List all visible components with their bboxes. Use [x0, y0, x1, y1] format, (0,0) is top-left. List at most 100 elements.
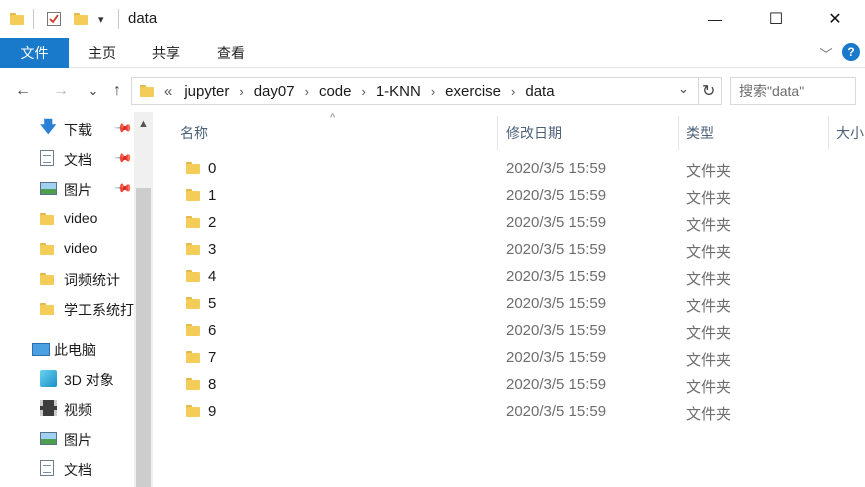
- file-list: ^ 名称 修改日期 类型 大小 0 2020/3/5 15:59 文件夹 1 2…: [154, 112, 865, 487]
- sidebar-item-pictures[interactable]: 图片 📌: [0, 176, 134, 202]
- file-row[interactable]: 1 2020/3/5 15:59 文件夹: [178, 182, 738, 209]
- folder-icon: [186, 216, 200, 228]
- chevron-right-icon[interactable]: ›: [507, 84, 519, 99]
- sidebar-item-label: 视频: [64, 402, 92, 418]
- column-header-type[interactable]: 类型: [678, 116, 828, 150]
- file-name: 8: [208, 376, 217, 393]
- breadcrumb-item[interactable]: code: [313, 83, 358, 100]
- computer-icon: [32, 343, 50, 356]
- folder-icon: [186, 162, 200, 174]
- chevron-right-icon[interactable]: ›: [357, 84, 369, 99]
- file-date: 2020/3/5 15:59: [506, 295, 607, 312]
- folder-icon: [186, 405, 200, 417]
- folder-icon: [10, 10, 24, 28]
- tab-file[interactable]: 文件: [0, 38, 69, 68]
- sidebar-item-student-system[interactable]: 学工系统打: [0, 296, 134, 322]
- search-input[interactable]: 搜索"data": [730, 77, 856, 105]
- file-row[interactable]: 7 2020/3/5 15:59 文件夹: [178, 344, 738, 371]
- help-icon[interactable]: ?: [842, 43, 860, 61]
- folder-icon: [140, 85, 154, 97]
- back-button[interactable]: ←: [12, 80, 34, 102]
- sidebar-item-documents[interactable]: 文档: [0, 456, 134, 482]
- sidebar-item-video[interactable]: video: [0, 206, 134, 232]
- address-dropdown-icon[interactable]: ⌄: [678, 81, 689, 97]
- file-type: 文件夹: [686, 406, 732, 423]
- scrollbar-thumb[interactable]: [136, 188, 151, 487]
- document-icon: [40, 150, 54, 166]
- scroll-up-icon[interactable]: ▲: [134, 114, 153, 134]
- sidebar-item-label: 文档: [64, 152, 92, 168]
- maximize-button[interactable]: ☐: [753, 0, 799, 38]
- tab-share[interactable]: 共享: [144, 38, 188, 68]
- file-date: 2020/3/5 15:59: [506, 160, 607, 177]
- address-bar[interactable]: « jupyter › day07 › code › 1-KNN › exerc…: [131, 77, 722, 105]
- pin-icon[interactable]: 📌: [113, 118, 133, 138]
- sidebar-item-word-frequency[interactable]: 词频统计: [0, 266, 134, 292]
- file-row[interactable]: 2 2020/3/5 15:59 文件夹: [178, 209, 738, 236]
- chevron-right-icon[interactable]: ›: [301, 84, 313, 99]
- file-date: 2020/3/5 15:59: [506, 187, 607, 204]
- file-row[interactable]: 0 2020/3/5 15:59 文件夹: [178, 155, 738, 182]
- file-row[interactable]: 9 2020/3/5 15:59 文件夹: [178, 398, 738, 425]
- search-placeholder: 搜索"data": [739, 83, 805, 99]
- forward-button[interactable]: →: [50, 80, 72, 102]
- file-name: 9: [208, 403, 217, 420]
- ribbon-expand-icon[interactable]: ﹀: [816, 38, 836, 68]
- breadcrumb-item[interactable]: 1-KNN: [370, 83, 427, 100]
- chevron-right-icon[interactable]: ›: [427, 84, 439, 99]
- close-button[interactable]: ✕: [812, 0, 858, 38]
- up-button[interactable]: ↑: [106, 80, 128, 102]
- column-header-date[interactable]: 修改日期: [498, 116, 678, 150]
- sidebar-item-3d-objects[interactable]: 3D 对象: [0, 366, 134, 392]
- folder-icon: [186, 189, 200, 201]
- file-row[interactable]: 4 2020/3/5 15:59 文件夹: [178, 263, 738, 290]
- tab-home[interactable]: 主页: [80, 38, 124, 68]
- breadcrumb-item[interactable]: exercise: [439, 83, 507, 100]
- file-date: 2020/3/5 15:59: [506, 376, 607, 393]
- sidebar-item-label: 图片: [64, 432, 92, 448]
- file-type: 文件夹: [686, 244, 732, 261]
- file-row[interactable]: 3 2020/3/5 15:59 文件夹: [178, 236, 738, 263]
- file-date: 2020/3/5 15:59: [506, 322, 607, 339]
- file-type: 文件夹: [686, 298, 732, 315]
- column-header-name[interactable]: 名称: [172, 116, 497, 150]
- pin-icon[interactable]: 📌: [113, 178, 133, 198]
- file-date: 2020/3/5 15:59: [506, 214, 607, 231]
- file-type: 文件夹: [686, 379, 732, 396]
- sidebar-item-downloads[interactable]: 🡇 下载 📌: [0, 116, 134, 142]
- file-type: 文件夹: [686, 271, 732, 288]
- recent-locations-button[interactable]: ⌄: [82, 80, 104, 102]
- quick-access-dropdown-icon[interactable]: ▾: [98, 10, 104, 28]
- sidebar-item-this-pc[interactable]: 此电脑: [0, 336, 134, 362]
- file-type: 文件夹: [686, 163, 732, 180]
- breadcrumb-overflow[interactable]: «: [154, 83, 178, 100]
- sidebar-item-pictures[interactable]: 图片: [0, 426, 134, 452]
- minimize-button[interactable]: —: [692, 0, 738, 38]
- pin-icon[interactable]: 📌: [113, 148, 133, 168]
- column-header-size[interactable]: 大小: [828, 116, 865, 150]
- tab-view[interactable]: 查看: [209, 38, 253, 68]
- refresh-icon[interactable]: ↻: [702, 81, 715, 101]
- properties-icon[interactable]: [46, 10, 62, 28]
- breadcrumb-item[interactable]: data: [519, 83, 560, 100]
- file-row[interactable]: 8 2020/3/5 15:59 文件夹: [178, 371, 738, 398]
- sidebar-item-video[interactable]: video: [0, 236, 134, 262]
- folder-icon: [40, 243, 54, 255]
- file-date: 2020/3/5 15:59: [506, 268, 607, 285]
- file-name: 6: [208, 322, 217, 339]
- videos-icon: [40, 400, 57, 416]
- file-type: 文件夹: [686, 352, 732, 369]
- new-folder-icon[interactable]: [74, 10, 88, 28]
- breadcrumb-item[interactable]: day07: [248, 83, 301, 100]
- folder-icon: [186, 270, 200, 282]
- sidebar-item-documents[interactable]: 文档 📌: [0, 146, 134, 172]
- breadcrumb-item[interactable]: jupyter: [178, 83, 235, 100]
- sidebar-item-videos[interactable]: 视频: [0, 396, 134, 422]
- document-icon: [40, 460, 54, 476]
- file-row[interactable]: 6 2020/3/5 15:59 文件夹: [178, 317, 738, 344]
- navigation-pane: 🡇 下载 📌 文档 📌 图片 📌 video video 词频统计 学工系统打 …: [0, 112, 154, 487]
- file-name: 0: [208, 160, 217, 177]
- file-name: 5: [208, 295, 217, 312]
- chevron-right-icon[interactable]: ›: [235, 84, 247, 99]
- file-row[interactable]: 5 2020/3/5 15:59 文件夹: [178, 290, 738, 317]
